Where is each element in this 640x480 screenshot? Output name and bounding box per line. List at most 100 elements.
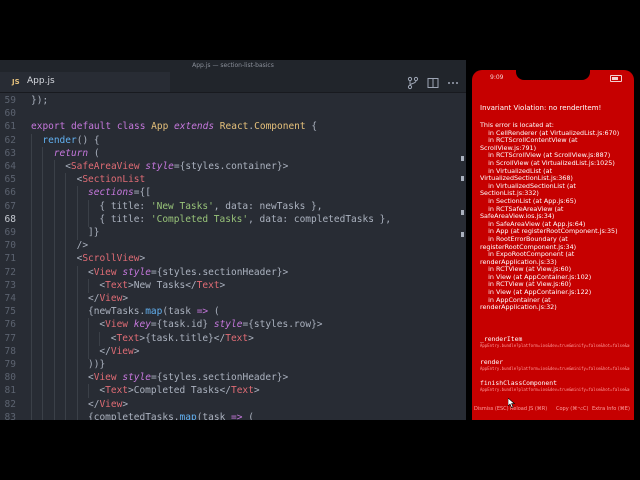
indent-guide	[53, 292, 55, 306]
code-line[interactable]: 61 export default class App extends React…	[0, 120, 466, 134]
line-number: 69	[4, 227, 16, 238]
code-token: Text	[105, 385, 129, 397]
code-token: >	[139, 253, 146, 265]
indent-guide	[42, 344, 44, 359]
indent-guide	[42, 305, 44, 320]
code-token: default	[71, 121, 117, 133]
indent-guide	[65, 173, 67, 188]
code-token: render	[42, 134, 77, 146]
code-text: <View style={styles.sectionHeader}>	[88, 266, 288, 280]
code-line[interactable]: 82 </View>	[0, 397, 466, 412]
code-token: ScrollView	[82, 253, 140, 265]
code-token: sections	[88, 187, 134, 199]
code-line[interactable]: 74 </View>	[0, 292, 466, 306]
code-line[interactable]: 76 <View key={task.id} style={styles.row}…	[0, 318, 466, 333]
indent-guide	[65, 199, 67, 214]
indent-guide	[53, 226, 55, 240]
editor-scrollbar[interactable]	[459, 60, 466, 420]
code-line[interactable]: 83 {completedTasks.map(task => (	[0, 410, 466, 420]
code-line[interactable]: 80 <View style={styles.sectionHeader}>	[0, 371, 466, 386]
code-line[interactable]: 72 <View style={styles.sectionHeader}>	[0, 265, 466, 280]
code-line[interactable]: 79))}	[0, 358, 466, 372]
indent-guide	[76, 278, 78, 293]
code-line[interactable]: 67 { title: 'New Tasks', data: newTasks }…	[0, 199, 466, 214]
error-message: This error is located at: in CellRendere…	[480, 121, 634, 312]
code-line[interactable]: 69]}	[0, 226, 466, 240]
code-token: ={styles.row}>	[242, 319, 323, 331]
code-line[interactable]: 77 <Text>{task.title}</Text>	[0, 331, 466, 346]
indent-guide	[42, 331, 44, 346]
indent-guide	[31, 239, 32, 254]
code-line[interactable]: 65 <SectionList	[0, 173, 466, 188]
code-line[interactable]: 70 />	[0, 239, 466, 254]
code-token: (task	[162, 306, 197, 318]
dismiss-button[interactable]: Dismiss (ESC)	[474, 406, 509, 412]
indent-guide	[65, 278, 67, 293]
indent-guide	[88, 318, 89, 333]
code-token: ={styles.sectionHeader}>	[150, 372, 289, 384]
indent-guide	[65, 358, 67, 372]
stack-frame[interactable]: render AppEntry.bundle?platform=ios&dev=…	[480, 358, 630, 372]
code-text: { title: 'New Tasks', data: newTasks },	[99, 200, 322, 214]
code-token: style	[122, 372, 151, 384]
code-text: sections={[	[88, 186, 151, 200]
code-text: />	[77, 239, 88, 253]
code-area[interactable]: 59}); 60 61 export default class App extend…	[0, 94, 466, 420]
battery-icon	[610, 75, 622, 82]
source-control-icon[interactable]	[406, 75, 420, 90]
split-editor-icon[interactable]	[426, 75, 440, 89]
stack-frame[interactable]: finishClassComponent AppEntry.bundle?pla…	[480, 379, 630, 393]
code-line[interactable]: 68 { title: 'Completed Tasks', data: comp…	[0, 212, 466, 227]
code-token: style	[122, 266, 151, 278]
indent-guide	[53, 199, 55, 214]
indent-guide	[42, 199, 44, 214]
code-line[interactable]: 64 <SafeAreaView style={styles.container}…	[0, 160, 466, 174]
code-token: >Completed Tasks</	[128, 385, 231, 397]
code-token: >	[248, 332, 254, 344]
indent-guide	[31, 397, 32, 412]
indent-guide	[31, 384, 32, 399]
code-token: map	[145, 306, 163, 318]
code-token: ={[	[133, 187, 151, 199]
code-token: View	[105, 319, 129, 331]
indent-guide	[65, 252, 67, 267]
code-text: <ScrollView>	[77, 252, 146, 266]
code-token: { title:	[99, 200, 151, 212]
code-text: {newTasks.map(task => (	[88, 305, 220, 319]
status-bar: 9:09	[472, 70, 634, 88]
indent-guide	[65, 226, 67, 240]
code-line[interactable]: 81 <Text>Completed Tasks</Text>	[0, 384, 466, 399]
code-text: render() {	[42, 134, 99, 148]
code-line[interactable]: 75 {newTasks.map(task => (	[0, 305, 466, 320]
indent-guide	[31, 226, 32, 240]
code-line[interactable]: 78 </View>	[0, 344, 466, 359]
error-screen: 9:09 Invariant Violation: no renderItem!…	[472, 70, 634, 420]
tab-app-js[interactable]: JS App.js	[0, 72, 170, 92]
code-token: export	[31, 121, 72, 133]
code-line[interactable]: 71 <ScrollView>	[0, 252, 466, 267]
code-line[interactable]: 73 <Text>New Tasks</Text>	[0, 278, 466, 293]
indent-guide	[42, 186, 44, 201]
stack-frame[interactable]: _renderItem AppEntry.bundle?platform=ios…	[480, 335, 630, 349]
more-actions-icon[interactable]	[446, 75, 460, 89]
stack-frame-location: AppEntry.bundle?platform=ios&dev=true&mi…	[480, 343, 630, 348]
code-line[interactable]: 60	[0, 107, 466, 121]
indent-guide	[53, 358, 55, 372]
code-line[interactable]: 62 render() {	[0, 133, 466, 148]
code-line[interactable]: 59});	[0, 94, 466, 108]
line-number: 77	[4, 332, 16, 344]
indent-guide	[53, 305, 55, 320]
line-number: 83	[4, 411, 16, 420]
code-text: <SectionList	[77, 173, 146, 187]
code-text: <Text>Completed Tasks</Text>	[99, 384, 259, 398]
code-text: </View>	[88, 398, 128, 412]
copy-button[interactable]: Copy (⌘⌥C)	[556, 406, 588, 412]
stack-frame-name: finishClassComponent	[480, 379, 557, 387]
indent-guide	[53, 173, 55, 188]
indent-guide	[76, 410, 78, 420]
code-token: >	[253, 385, 260, 397]
code-line[interactable]: 63 return (	[0, 146, 466, 161]
code-line[interactable]: 66 sections={[	[0, 186, 466, 201]
indent-guide	[88, 344, 89, 359]
extra-info-button[interactable]: Extra Info (⌘E)	[592, 406, 630, 412]
